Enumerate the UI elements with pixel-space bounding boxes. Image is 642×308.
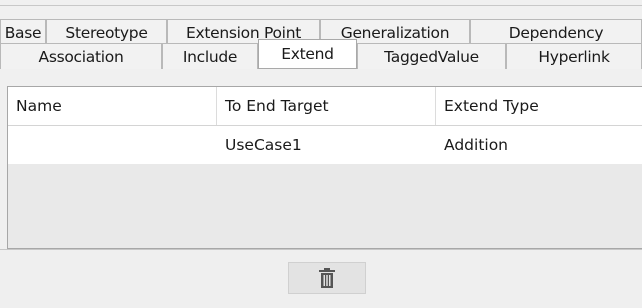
- extend-table-panel: Name To End Target Extend Type UseCase1 …: [7, 86, 642, 249]
- table-header: Name To End Target Extend Type: [8, 87, 642, 126]
- cell-to-end-target[interactable]: UseCase1: [217, 126, 436, 164]
- tab-stereotype[interactable]: Stereotype: [46, 19, 167, 45]
- cell-extend-type[interactable]: Addition: [436, 126, 642, 164]
- tab-base[interactable]: Base: [0, 19, 46, 45]
- property-tabs: Base Stereotype Extension Point Generali…: [0, 0, 642, 88]
- tab-taggedvalue[interactable]: TaggedValue: [357, 43, 506, 69]
- tab-association[interactable]: Association: [0, 43, 162, 69]
- tab-row-2: Association Include Extend TaggedValue H…: [0, 39, 642, 69]
- trash-icon: [319, 268, 335, 288]
- tab-dependency[interactable]: Dependency: [470, 19, 642, 45]
- column-header-name[interactable]: Name: [8, 87, 217, 125]
- action-bar: [0, 249, 642, 308]
- tab-extend[interactable]: Extend: [258, 39, 357, 69]
- column-header-extend-type[interactable]: Extend Type: [436, 87, 642, 125]
- table-row[interactable]: UseCase1 Addition: [8, 126, 642, 164]
- tab-include[interactable]: Include: [162, 43, 258, 69]
- column-header-to-end-target[interactable]: To End Target: [217, 87, 436, 125]
- tab-hyperlink[interactable]: Hyperlink: [506, 43, 642, 69]
- cell-name[interactable]: [8, 126, 217, 164]
- delete-button[interactable]: [288, 262, 366, 294]
